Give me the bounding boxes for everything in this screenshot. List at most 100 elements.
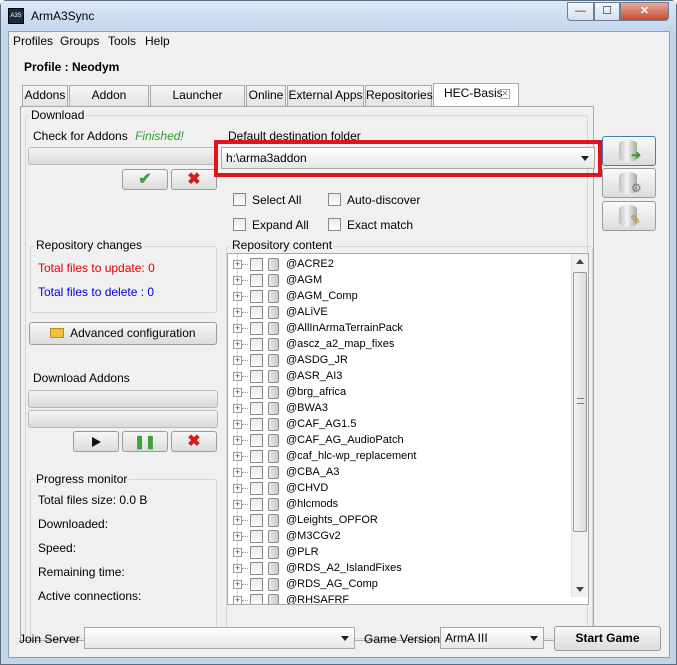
expand-plus-icon[interactable]: + [233, 324, 242, 333]
expand-plus-icon[interactable]: + [233, 516, 242, 525]
expand-plus-icon[interactable]: + [233, 356, 242, 365]
addon-checkbox[interactable] [250, 418, 263, 431]
addon-checkbox[interactable] [250, 498, 263, 511]
tab-online[interactable]: Online [246, 85, 286, 106]
expand-plus-icon[interactable]: + [233, 404, 242, 413]
expand-plus-icon[interactable]: + [233, 260, 242, 269]
addon-checkbox[interactable] [250, 258, 263, 271]
select-all-checkbox[interactable] [233, 193, 246, 206]
menu-groups[interactable]: Groups [60, 34, 99, 48]
addon-checkbox[interactable] [250, 482, 263, 495]
auto-discover-checkbox[interactable] [328, 193, 341, 206]
scrollbar-thumb[interactable] [573, 272, 587, 532]
tree-row[interactable]: + @AGM [228, 273, 568, 289]
menu-tools[interactable]: Tools [108, 34, 136, 48]
maximize-button[interactable]: ☐ [594, 2, 620, 21]
tree-row[interactable]: + @caf_hlc-wp_replacement [228, 449, 568, 465]
tree-row[interactable]: + @CBA_A3 [228, 465, 568, 481]
tree-row[interactable]: + @ascz_a2_map_fixes [228, 337, 568, 353]
scroll-up-icon[interactable] [576, 259, 584, 264]
expand-plus-icon[interactable]: + [233, 436, 242, 445]
tree-row[interactable]: + @ACRE2 [228, 257, 568, 273]
repo-settings-button[interactable]: ⚙ [602, 168, 656, 198]
sync-button[interactable]: ➜ [602, 136, 656, 166]
expand-plus-icon[interactable]: + [233, 580, 242, 589]
expand-plus-icon[interactable]: + [233, 500, 242, 509]
addon-checkbox[interactable] [250, 434, 263, 447]
tree-row[interactable]: + @brg_africa [228, 385, 568, 401]
tab-addon-options[interactable]: Addon Options [69, 85, 149, 121]
addon-checkbox[interactable] [250, 338, 263, 351]
expand-plus-icon[interactable]: + [233, 276, 242, 285]
vertical-scrollbar[interactable] [571, 254, 588, 597]
game-version-select[interactable]: ArmA III [440, 627, 544, 649]
tree-row[interactable]: + @ALiVE [228, 305, 568, 321]
expand-plus-icon[interactable]: + [233, 564, 242, 573]
addon-checkbox[interactable] [250, 354, 263, 367]
tab-external-apps[interactable]: External Apps [287, 85, 364, 106]
scroll-down-icon[interactable] [576, 587, 584, 592]
repo-edit-button[interactable]: ✎ [602, 201, 656, 231]
tab-repositories[interactable]: Repositories [365, 85, 433, 106]
addon-checkbox[interactable] [250, 546, 263, 559]
addon-checkbox[interactable] [250, 562, 263, 575]
expand-plus-icon[interactable]: + [233, 340, 242, 349]
title-bar[interactable]: A3S ArmA3Sync — ☐ ✕ [1, 1, 676, 31]
close-button[interactable]: ✕ [620, 2, 669, 21]
expand-plus-icon[interactable]: + [233, 292, 242, 301]
join-server-select[interactable] [84, 627, 355, 649]
start-download-button[interactable] [73, 431, 119, 452]
addon-checkbox[interactable] [250, 450, 263, 463]
tab-addons[interactable]: Addons [22, 85, 68, 106]
addon-checkbox[interactable] [250, 530, 263, 543]
tree-row[interactable]: + @ASDG_JR [228, 353, 568, 369]
cancel-download-button[interactable]: ✖ [171, 431, 217, 452]
addon-checkbox[interactable] [250, 274, 263, 287]
tree-row[interactable]: + @AGM_Comp [228, 289, 568, 305]
tree-row[interactable]: + @BWA3 [228, 401, 568, 417]
expand-all-checkbox[interactable] [233, 218, 246, 231]
pause-download-button[interactable]: ❚❚ [122, 431, 168, 452]
minimize-button[interactable]: — [567, 2, 594, 21]
exact-match-checkbox[interactable] [328, 218, 341, 231]
expand-plus-icon[interactable]: + [233, 596, 242, 604]
expand-plus-icon[interactable]: + [233, 532, 242, 541]
repo-content-tree[interactable]: + @ACRE2 + @AGM + @AGM_Comp + @ALiVE + @AllInArma… [227, 253, 589, 605]
tree-row[interactable]: + @RDS_A2_IslandFixes [228, 561, 568, 577]
addon-checkbox[interactable] [250, 306, 263, 319]
addon-checkbox[interactable] [250, 322, 263, 335]
addon-checkbox[interactable] [250, 386, 263, 399]
tree-row[interactable]: + @AllInArmaTerrainPack [228, 321, 568, 337]
addon-checkbox[interactable] [250, 466, 263, 479]
tree-row[interactable]: + @CAF_AG1.5 [228, 417, 568, 433]
addon-checkbox[interactable] [250, 402, 263, 415]
start-game-button[interactable]: Start Game [554, 626, 661, 651]
menu-help[interactable]: Help [145, 34, 170, 48]
cancel-check-button[interactable]: ✖ [171, 169, 217, 190]
tree-row[interactable]: + @Leights_OPFOR [228, 513, 568, 529]
addon-checkbox[interactable] [250, 370, 263, 383]
tree-row[interactable]: + @CHVD [228, 481, 568, 497]
tree-row[interactable]: + @RHSAFRF [228, 593, 568, 604]
tree-row[interactable]: + @ASR_AI3 [228, 369, 568, 385]
tree-row[interactable]: + @M3CGv2 [228, 529, 568, 545]
expand-plus-icon[interactable]: + [233, 372, 242, 381]
tree-row[interactable]: + @PLR [228, 545, 568, 561]
addon-checkbox[interactable] [250, 578, 263, 591]
check-button[interactable]: ✔ [122, 169, 168, 190]
expand-plus-icon[interactable]: + [233, 420, 242, 429]
expand-plus-icon[interactable]: + [233, 388, 242, 397]
expand-plus-icon[interactable]: + [233, 468, 242, 477]
expand-plus-icon[interactable]: + [233, 308, 242, 317]
addon-checkbox[interactable] [250, 594, 263, 604]
expand-plus-icon[interactable]: + [233, 452, 242, 461]
expand-plus-icon[interactable]: + [233, 548, 242, 557]
tab-close-icon[interactable]: ✕ [500, 89, 510, 99]
addon-checkbox[interactable] [250, 514, 263, 527]
tree-row[interactable]: + @hlcmods [228, 497, 568, 513]
tab-hec-basis[interactable]: HEC-Basis ✕ [433, 83, 519, 107]
tree-row[interactable]: + @RDS_AG_Comp [228, 577, 568, 593]
menu-profiles[interactable]: Profiles [13, 34, 53, 48]
expand-plus-icon[interactable]: + [233, 484, 242, 493]
tree-row[interactable]: + @CAF_AG_AudioPatch [228, 433, 568, 449]
